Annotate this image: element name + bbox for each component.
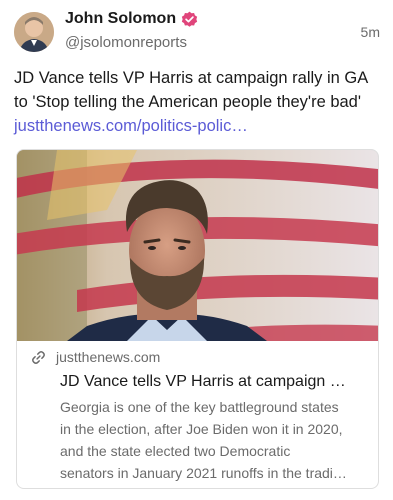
post-text-body: JD Vance tells VP Harris at campaign ral… bbox=[14, 69, 368, 111]
link-description-line: in the election, after Joe Biden won it … bbox=[60, 421, 343, 437]
post-text: JD Vance tells VP Harris at campaign ral… bbox=[14, 66, 378, 138]
link-domain-row: justthenews.com bbox=[31, 349, 160, 365]
display-name[interactable]: John Solomon bbox=[65, 10, 176, 28]
link-description-line: and the state elected two Democratic bbox=[60, 443, 291, 459]
link-description-line: Georgia is one of the key battleground s… bbox=[60, 399, 339, 415]
link-domain: justthenews.com bbox=[56, 349, 161, 365]
avatar-photo bbox=[14, 12, 54, 52]
avatar[interactable] bbox=[14, 12, 54, 52]
link-preview-image[interactable] bbox=[17, 150, 378, 341]
post-link[interactable]: justthenews.com/politics-polic… bbox=[14, 117, 248, 135]
link-description-line: senators in January 2021 runoffs in the … bbox=[60, 465, 347, 481]
news-photo bbox=[17, 150, 378, 341]
post-header: John Solomon @jsolomonreports 5m bbox=[14, 8, 380, 54]
name-row: John Solomon bbox=[65, 10, 198, 28]
link-preview-card[interactable]: justthenews.com JD Vance tells VP Harris… bbox=[16, 149, 379, 489]
post-timestamp[interactable]: 5m bbox=[361, 24, 380, 40]
link-description: Georgia is one of the key battleground s… bbox=[60, 396, 370, 484]
link-icon bbox=[31, 350, 46, 365]
link-title: JD Vance tells VP Harris at campaign … bbox=[60, 373, 346, 390]
author-handle[interactable]: @jsolomonreports bbox=[65, 34, 187, 51]
verified-badge-icon bbox=[181, 11, 198, 28]
post[interactable]: John Solomon @jsolomonreports 5m JD Vanc… bbox=[0, 0, 393, 500]
